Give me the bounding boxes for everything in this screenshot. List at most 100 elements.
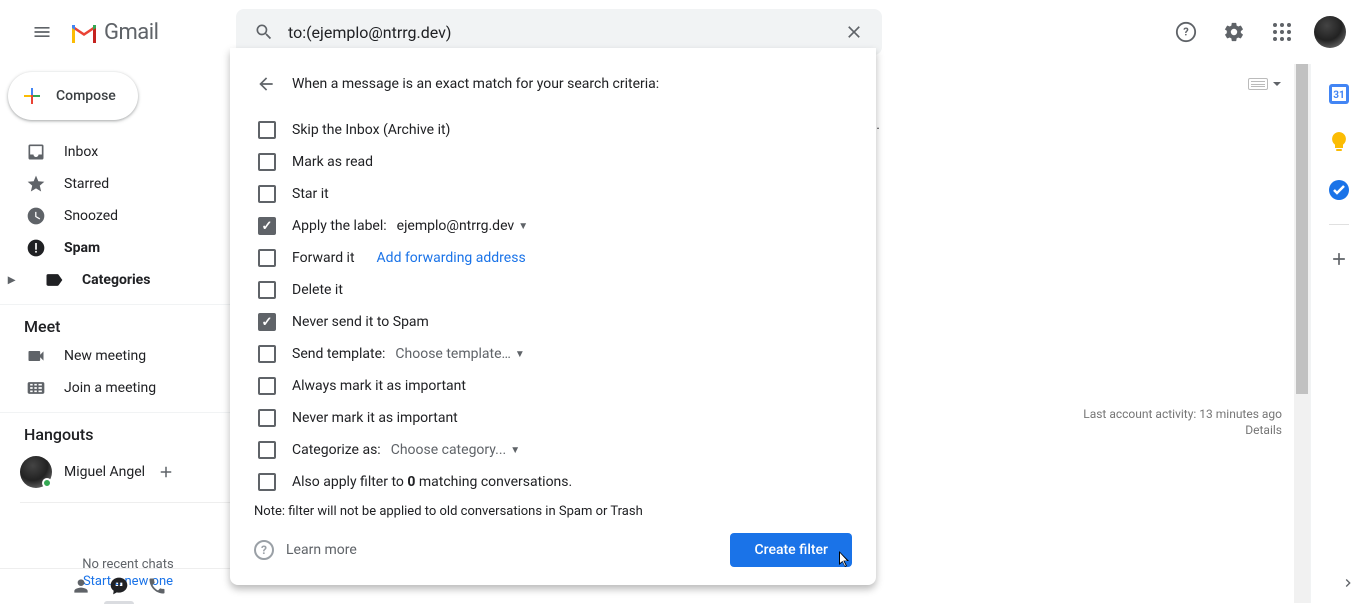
chevron-down-icon: ▼ bbox=[515, 349, 525, 360]
label-select[interactable]: ejemplo@ntrrg.dev ▼ bbox=[397, 218, 528, 234]
nav-inbox[interactable]: Inbox bbox=[0, 136, 248, 168]
checkbox[interactable] bbox=[258, 185, 276, 203]
clear-search-icon[interactable] bbox=[834, 12, 874, 52]
nav-item-label: Categories bbox=[82, 272, 150, 288]
checkbox[interactable] bbox=[258, 473, 276, 491]
input-tools-button[interactable] bbox=[1248, 78, 1282, 90]
checkbox[interactable] bbox=[258, 281, 276, 299]
checkbox[interactable] bbox=[258, 441, 276, 459]
option-apply-label[interactable]: Apply the label: ejemplo@ntrrg.dev ▼ bbox=[254, 210, 852, 242]
option-forward-it[interactable]: Forward it Add forwarding address bbox=[254, 242, 852, 274]
option-mark-read[interactable]: Mark as read bbox=[254, 146, 852, 178]
nav-item-label: Inbox bbox=[64, 144, 98, 160]
learn-more-label: Learn more bbox=[286, 542, 357, 558]
checkbox[interactable] bbox=[258, 409, 276, 427]
new-chat-icon[interactable] bbox=[157, 463, 175, 481]
option-also-apply[interactable]: Also apply filter to 0 matching conversa… bbox=[254, 466, 852, 498]
new-meeting-button[interactable]: New meeting bbox=[0, 340, 256, 372]
checkbox-checked[interactable] bbox=[258, 313, 276, 331]
scrollbar-thumb[interactable] bbox=[1296, 64, 1308, 394]
option-skip-inbox[interactable]: Skip the Inbox (Archive it) bbox=[254, 114, 852, 146]
nav-categories[interactable]: ▸ Categories bbox=[0, 264, 248, 296]
side-panel-toggle[interactable] bbox=[1340, 575, 1356, 591]
create-filter-button[interactable]: Create filter bbox=[730, 533, 852, 567]
activity-line: Last account activity: 13 minutes ago bbox=[1083, 407, 1282, 421]
option-delete-it[interactable]: Delete it bbox=[254, 274, 852, 306]
calendar-app-icon[interactable]: 31 bbox=[1319, 74, 1359, 114]
chevron-down-icon bbox=[1272, 79, 1282, 89]
keyboard-small-icon bbox=[1248, 78, 1268, 90]
divider bbox=[1329, 224, 1349, 225]
support-icon[interactable]: ? bbox=[1166, 12, 1206, 52]
nav-snoozed[interactable]: Snoozed bbox=[0, 200, 248, 232]
video-icon bbox=[26, 346, 46, 366]
meet-section-header: Meet bbox=[0, 313, 256, 340]
settings-icon[interactable] bbox=[1214, 12, 1254, 52]
join-meeting-button[interactable]: Join a meeting bbox=[0, 372, 256, 404]
compose-button[interactable]: Compose bbox=[8, 72, 138, 120]
option-label: Send template: bbox=[292, 346, 385, 362]
main-scrollbar[interactable] bbox=[1294, 64, 1310, 603]
clock-icon bbox=[26, 206, 46, 226]
apps-icon[interactable] bbox=[1262, 12, 1302, 52]
template-select-value: Choose template… bbox=[395, 346, 510, 362]
activity-details-link[interactable]: Details bbox=[1083, 423, 1282, 437]
category-select-value: Choose category... bbox=[391, 442, 507, 458]
account-activity: Last account activity: 13 minutes ago De… bbox=[1083, 407, 1282, 437]
template-select[interactable]: Choose template… ▼ bbox=[395, 346, 524, 362]
divider bbox=[0, 304, 256, 305]
nav-item-label: Snoozed bbox=[64, 208, 118, 224]
option-never-spam[interactable]: Never send it to Spam bbox=[254, 306, 852, 338]
back-icon[interactable] bbox=[254, 72, 278, 96]
nav-spam[interactable]: Spam 1 bbox=[0, 232, 248, 264]
option-star-it[interactable]: Star it bbox=[254, 178, 852, 210]
learn-more-link[interactable]: ? Learn more bbox=[254, 540, 357, 560]
gmail-logo[interactable]: Gmail bbox=[70, 20, 158, 45]
hangouts-section-header: Hangouts bbox=[0, 421, 256, 448]
hangouts-avatar bbox=[20, 456, 52, 488]
search-input[interactable] bbox=[284, 23, 834, 42]
add-forwarding-link[interactable]: Add forwarding address bbox=[377, 250, 526, 266]
filter-note: Note: filter will not be applied to old … bbox=[254, 504, 852, 519]
plus-icon bbox=[20, 84, 44, 108]
nav-starred[interactable]: Starred bbox=[0, 168, 248, 200]
filter-footer: ? Learn more Create filter bbox=[254, 533, 852, 567]
new-meeting-label: New meeting bbox=[64, 348, 146, 364]
option-send-template[interactable]: Send template: Choose template… ▼ bbox=[254, 338, 852, 370]
checkbox[interactable] bbox=[258, 377, 276, 395]
category-select[interactable]: Choose category... ▼ bbox=[391, 442, 520, 458]
hangouts-username: Miguel Angel bbox=[64, 464, 145, 480]
keep-app-icon[interactable] bbox=[1319, 122, 1359, 162]
get-addons-icon[interactable] bbox=[1319, 239, 1359, 279]
option-label: Categorize as: bbox=[292, 442, 381, 458]
search-icon[interactable] bbox=[244, 12, 284, 52]
tasks-app-icon[interactable] bbox=[1319, 170, 1359, 210]
inbox-icon bbox=[26, 142, 46, 162]
checkbox[interactable] bbox=[258, 249, 276, 267]
header-right: ? bbox=[1166, 12, 1358, 52]
option-always-important[interactable]: Always mark it as important bbox=[254, 370, 852, 402]
star-icon bbox=[26, 174, 46, 194]
main-menu-icon[interactable] bbox=[18, 8, 66, 56]
divider bbox=[20, 502, 236, 503]
label-icon bbox=[44, 270, 64, 290]
option-never-important[interactable]: Never mark it as important bbox=[254, 402, 852, 434]
svg-text:?: ? bbox=[1183, 26, 1189, 39]
option-label: Never mark it as important bbox=[292, 410, 458, 426]
checkbox[interactable] bbox=[258, 345, 276, 363]
filter-dropdown: When a message is an exact match for you… bbox=[230, 48, 876, 585]
phone-tab[interactable] bbox=[138, 569, 176, 603]
checkbox[interactable] bbox=[258, 121, 276, 139]
option-categorize-as[interactable]: Categorize as: Choose category... ▼ bbox=[254, 434, 852, 466]
checkbox-checked[interactable] bbox=[258, 217, 276, 235]
filter-criteria-text: When a message is an exact match for you… bbox=[292, 76, 659, 92]
svg-text:31: 31 bbox=[1333, 90, 1344, 101]
contacts-tab[interactable] bbox=[62, 569, 100, 603]
label-select-value: ejemplo@ntrrg.dev bbox=[397, 218, 515, 234]
hangouts-user-row[interactable]: Miguel Angel bbox=[0, 448, 256, 496]
checkbox[interactable] bbox=[258, 153, 276, 171]
chevron-down-icon: ▼ bbox=[518, 221, 528, 232]
hangouts-tab[interactable] bbox=[100, 569, 138, 603]
account-avatar[interactable] bbox=[1314, 16, 1346, 48]
option-label: Skip the Inbox (Archive it) bbox=[292, 122, 450, 138]
